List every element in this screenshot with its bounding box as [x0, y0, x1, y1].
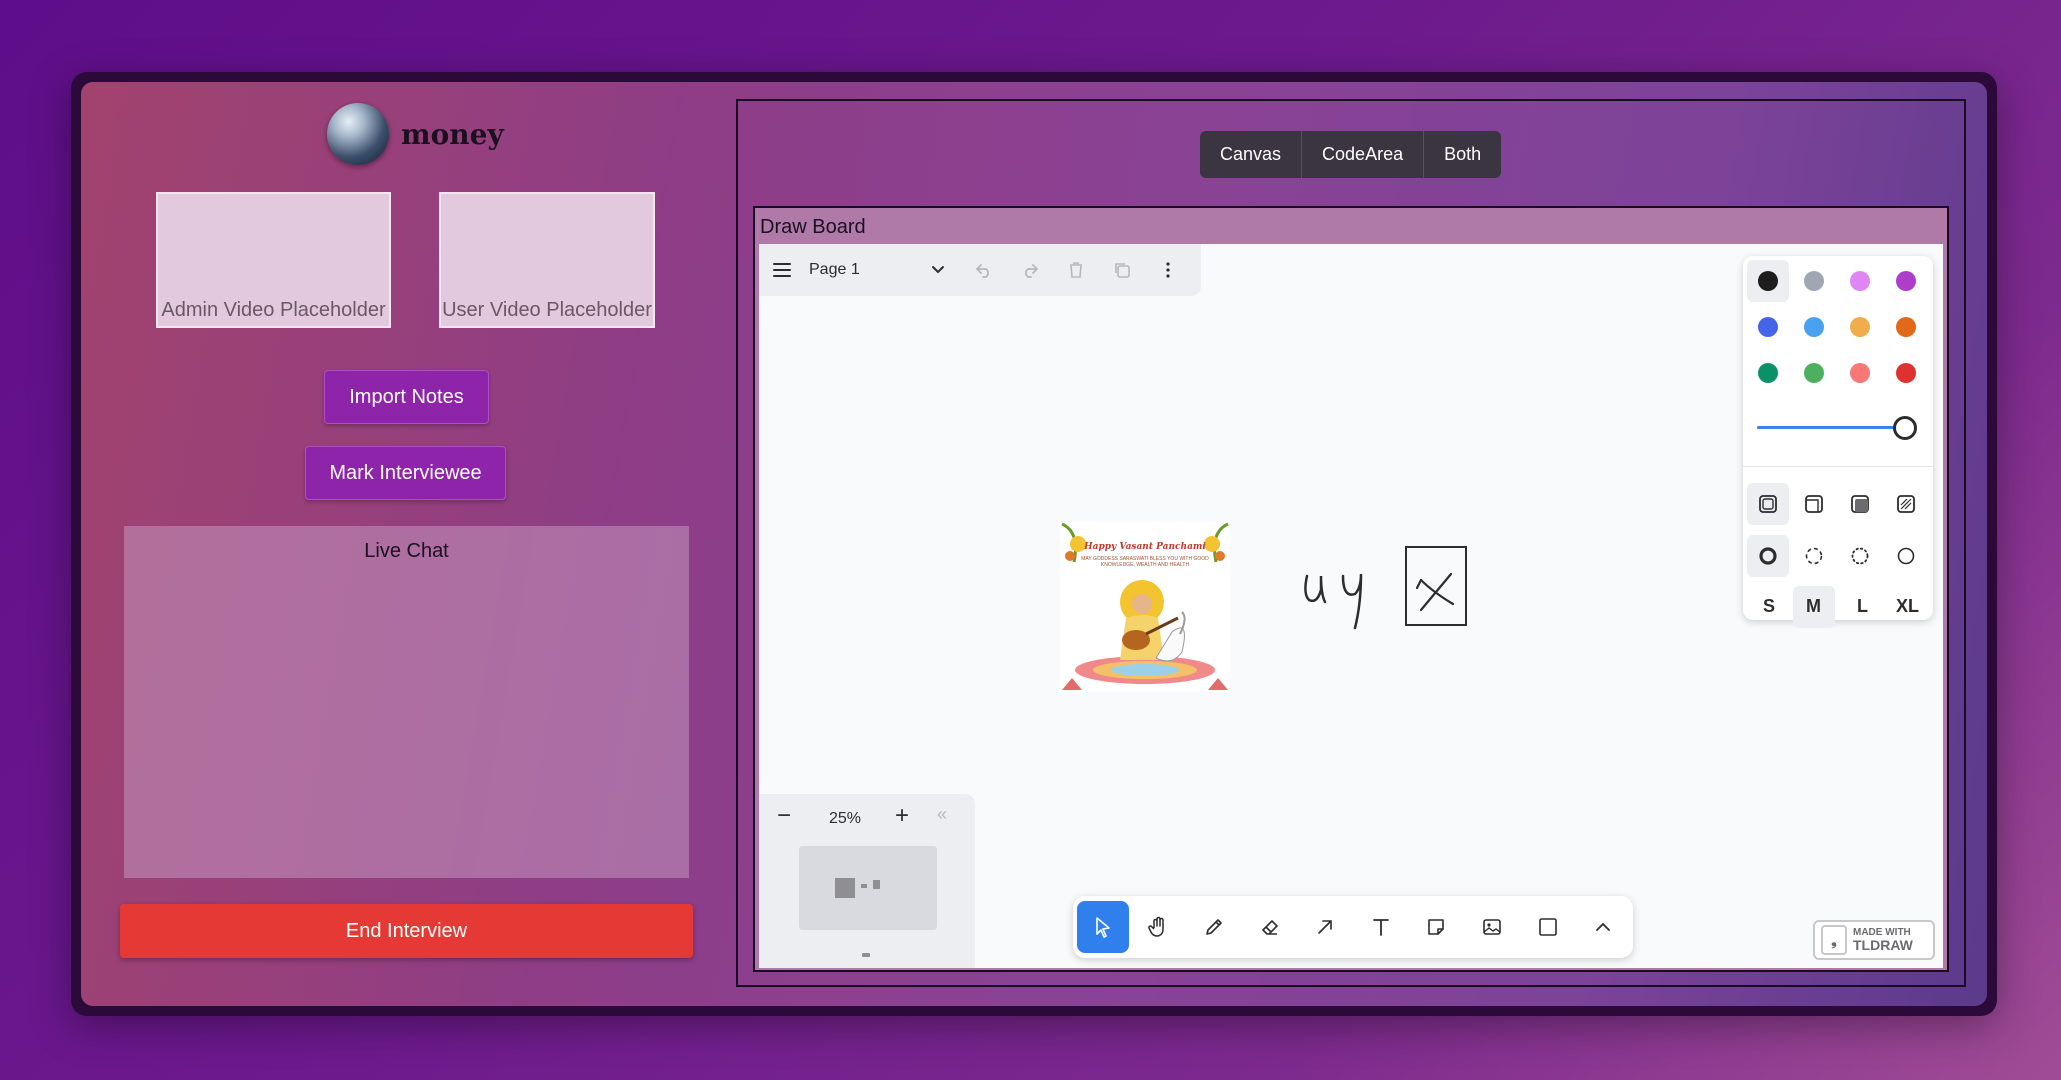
color-swatch[interactable] [1758, 271, 1778, 291]
redo-icon[interactable] [1007, 247, 1053, 293]
minimap-image-marker [835, 878, 855, 898]
rectangle-tool[interactable] [1522, 901, 1574, 953]
import-notes-button[interactable]: Import Notes [324, 370, 489, 424]
eraser-icon [1261, 920, 1278, 935]
menu-icon[interactable] [759, 247, 805, 293]
pointer-icon [1095, 917, 1110, 938]
made-with-tldraw-badge[interactable]: ❟ MADE WITH TLDRAW [1813, 920, 1935, 960]
color-swatch[interactable] [1850, 317, 1870, 337]
zoom-in-icon[interactable]: + [895, 802, 909, 830]
note-tool[interactable] [1411, 901, 1463, 953]
dash-dashed-icon[interactable] [1804, 546, 1824, 566]
brand-logo [327, 103, 389, 165]
dash-solid-icon[interactable] [1896, 546, 1916, 566]
fill-pattern-icon[interactable] [1896, 494, 1916, 514]
dash-draw-icon[interactable] [1758, 546, 1778, 566]
hand-icon [1148, 916, 1165, 937]
view-toggle: Canvas CodeArea Both [1200, 131, 1502, 178]
pencil-icon [1206, 919, 1222, 935]
sticky-note-icon [1428, 919, 1445, 935]
page-name[interactable]: Page 1 [805, 261, 915, 279]
tldraw-logo-icon: ❟ [1821, 925, 1847, 955]
main-toolbar [1073, 896, 1633, 958]
handwritten-stroke[interactable] [1299, 564, 1379, 634]
color-swatch[interactable] [1896, 317, 1916, 337]
opacity-slider-track[interactable] [1757, 426, 1905, 429]
undo-icon[interactable] [961, 247, 1007, 293]
user-video-label: User Video Placeholder [442, 299, 652, 321]
minimap-stroke-marker [861, 884, 867, 888]
zoom-out-icon[interactable]: − [777, 802, 791, 830]
page-toolbar: Page 1 [759, 244, 1201, 296]
zoom-level[interactable]: 25% [829, 810, 861, 828]
color-swatch[interactable] [1896, 271, 1916, 291]
fill-none-icon[interactable] [1758, 494, 1778, 514]
watermark-line2: TLDRAW [1853, 936, 1913, 953]
mark-interviewee-button[interactable]: Mark Interviewee [305, 446, 506, 500]
color-swatch[interactable] [1804, 317, 1824, 337]
user-video-placeholder: User Video Placeholder [439, 192, 655, 328]
navigation-panel: − 25% + « [759, 794, 975, 968]
color-swatch[interactable] [1804, 271, 1824, 291]
hand-tool[interactable] [1133, 901, 1185, 953]
more-options-icon[interactable] [1145, 247, 1191, 293]
size-option[interactable]: S [1763, 596, 1775, 617]
tab-canvas[interactable]: Canvas [1200, 131, 1303, 178]
size-option[interactable]: L [1857, 596, 1868, 617]
style-panel: S M L XL [1743, 256, 1933, 628]
arrow-icon [1318, 920, 1332, 934]
draw-tool[interactable] [1188, 901, 1240, 953]
dash-dotted-icon[interactable] [1850, 546, 1870, 566]
color-swatch[interactable] [1758, 317, 1778, 337]
size-option[interactable]: M [1806, 596, 1821, 617]
vasant-panchami-image[interactable]: Happy Vasant Panchami MAY GODDESS SARASW… [1060, 522, 1230, 692]
draw-board: Draw Board Page 1 Happy Vasant Panchami … [753, 206, 1949, 972]
admin-video-label: Admin Video Placeholder [161, 299, 386, 321]
arrow-tool[interactable] [1299, 901, 1351, 953]
chevron-down-icon[interactable] [915, 247, 961, 293]
live-chat-panel[interactable]: Live Chat [124, 526, 689, 878]
text-tool[interactable] [1355, 901, 1407, 953]
brand-name: money [401, 117, 504, 151]
color-swatch[interactable] [1758, 363, 1778, 383]
image-card-title: Happy Vasant Panchami [1084, 542, 1206, 552]
drawing-canvas[interactable]: Page 1 Happy Vasant Panchami MAY GODDESS… [759, 244, 1943, 968]
end-interview-button[interactable]: End Interview [120, 904, 693, 958]
admin-video-placeholder: Admin Video Placeholder [156, 192, 391, 328]
image-tool[interactable] [1466, 901, 1518, 953]
color-swatch[interactable] [1804, 363, 1824, 383]
image-icon [1483, 919, 1501, 935]
tab-codearea[interactable]: CodeArea [1302, 131, 1425, 178]
minimap[interactable] [799, 846, 937, 930]
text-icon [1372, 919, 1389, 936]
minimap-shape-marker [873, 880, 880, 889]
panel-divider [1743, 466, 1933, 467]
chevron-up-icon [1596, 922, 1611, 931]
select-tool[interactable] [1077, 901, 1129, 953]
draw-board-title: Draw Board [760, 216, 866, 238]
rectangle-icon [1538, 918, 1557, 936]
collapse-minimap-icon[interactable]: « [937, 804, 947, 825]
live-chat-title: Live Chat [364, 540, 449, 562]
watermark-text: MADE WITH TLDRAW [1853, 927, 1913, 953]
size-option[interactable]: XL [1896, 596, 1919, 617]
image-card-subtitle: MAY GODDESS SARASWATI BLESS YOU WITH GOO… [1081, 556, 1209, 568]
fill-solid-icon[interactable] [1850, 494, 1870, 514]
opacity-slider-thumb[interactable] [1893, 416, 1917, 440]
color-swatch[interactable] [1850, 271, 1870, 291]
rectangle-shape[interactable] [1405, 546, 1467, 626]
more-tools-button[interactable] [1577, 901, 1629, 953]
eraser-tool[interactable] [1244, 901, 1296, 953]
fill-semi-icon[interactable] [1804, 494, 1824, 514]
color-swatch[interactable] [1896, 363, 1916, 383]
trash-icon[interactable] [1053, 247, 1099, 293]
duplicate-icon[interactable] [1099, 247, 1145, 293]
minimap-handle[interactable] [862, 953, 870, 957]
color-swatch[interactable] [1850, 363, 1870, 383]
tab-both[interactable]: Both [1424, 131, 1501, 178]
brand: money [327, 103, 504, 165]
